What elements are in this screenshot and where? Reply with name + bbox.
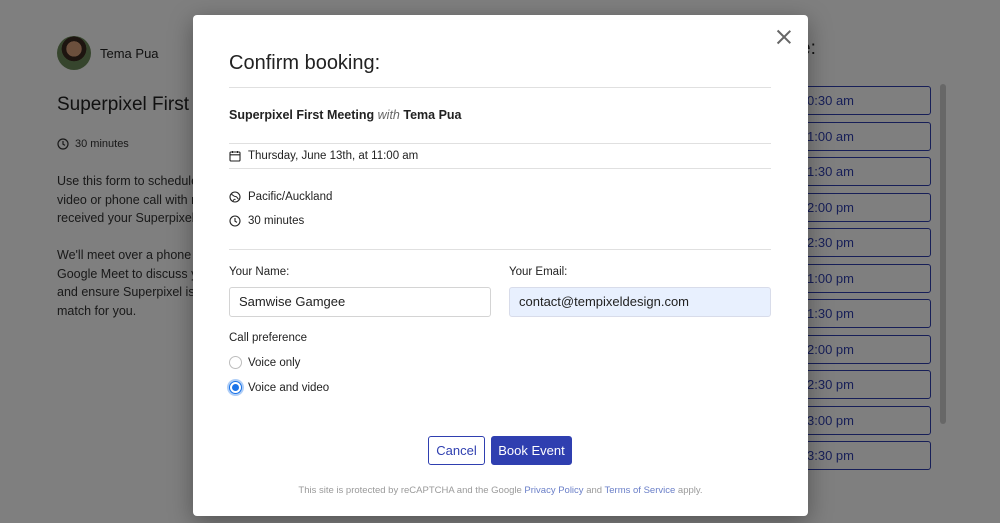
name-field[interactable]: Samwise Gamgee [229, 287, 491, 317]
email-field[interactable]: contact@tempixeldesign.com [509, 287, 771, 317]
timezone-text: Pacific/Auckland [248, 191, 333, 203]
voice-and-video-label: Voice and video [248, 381, 330, 394]
divider [229, 249, 771, 250]
voice-and-video-option[interactable]: Voice and video [229, 381, 329, 394]
confirm-booking-dialog: Confirm booking: Superpixel First Meetin… [193, 15, 808, 516]
duration-text: 30 minutes [248, 215, 305, 227]
terms-of-service-link[interactable]: Terms of Service [605, 485, 676, 496]
notice-prefix: This site is protected by reCAPTCHA and … [298, 485, 522, 496]
date-time-text: Thursday, June 13th, at 11:00 am [248, 150, 419, 162]
divider [229, 143, 771, 144]
duration-row: 30 minutes [229, 215, 304, 227]
clock-icon [229, 215, 241, 227]
voice-only-option[interactable]: Voice only [229, 356, 300, 369]
divider [229, 87, 771, 88]
globe-icon [229, 191, 241, 203]
date-time-row: Thursday, June 13th, at 11:00 am [229, 150, 418, 162]
call-preference-label: Call preference [229, 332, 307, 344]
voice-and-video-radio[interactable] [229, 381, 242, 394]
close-icon[interactable] [774, 27, 794, 47]
recaptcha-notice: This site is protected by reCAPTCHA and … [193, 485, 808, 496]
name-label: Your Name: [229, 266, 290, 278]
calendar-icon [229, 151, 241, 162]
email-label: Your Email: [509, 266, 568, 278]
cancel-button[interactable]: Cancel [428, 436, 485, 465]
privacy-policy-link[interactable]: Privacy Policy [524, 485, 583, 496]
host-name: Tema Pua [403, 108, 462, 122]
voice-only-label: Voice only [248, 356, 301, 369]
notice-suffix: apply. [677, 485, 703, 496]
dialog-title: Confirm booking: [229, 52, 381, 74]
with-text: with [377, 108, 400, 122]
event-name: Superpixel First Meeting [229, 108, 375, 122]
notice-and: and [586, 485, 603, 496]
event-summary: Superpixel First Meeting with Tema Pua [229, 108, 462, 122]
book-event-button[interactable]: Book Event [491, 436, 572, 465]
divider [229, 168, 771, 169]
voice-only-radio[interactable] [229, 356, 242, 369]
timezone-row: Pacific/Auckland [229, 191, 332, 203]
